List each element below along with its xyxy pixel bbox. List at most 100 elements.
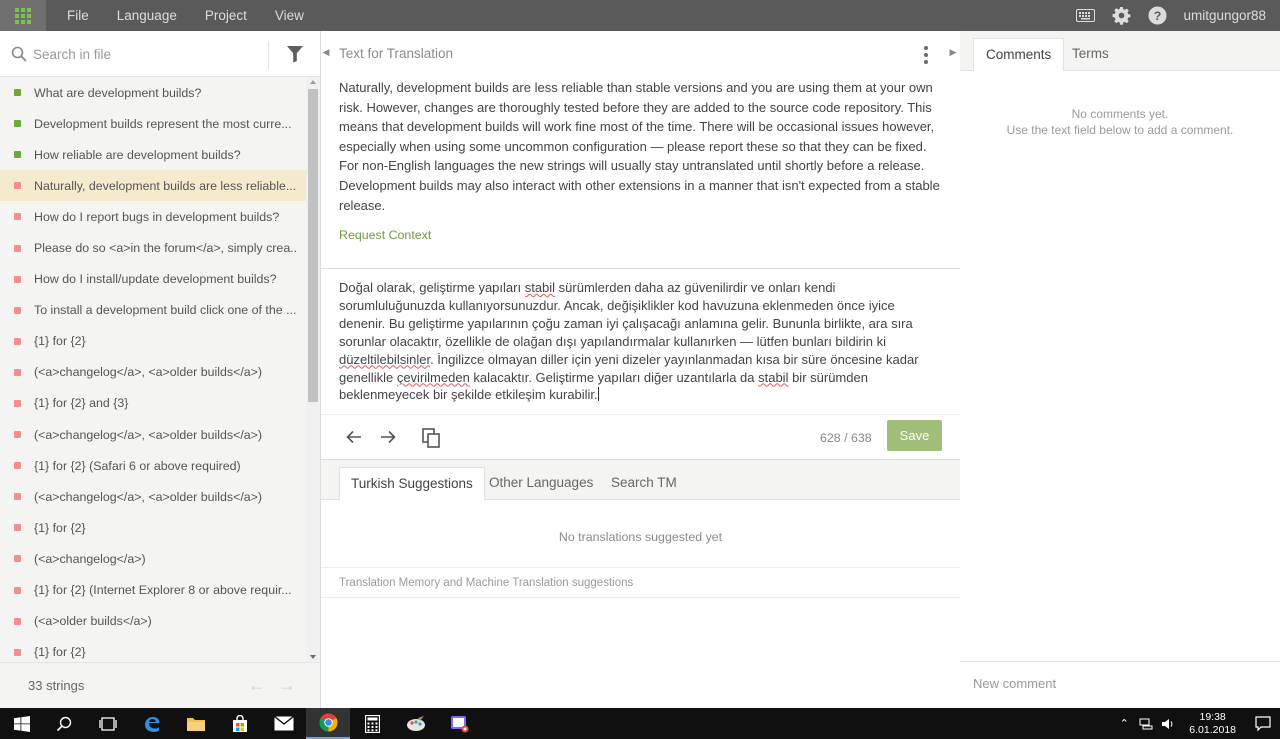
scroll-down-arrow[interactable] — [310, 655, 316, 659]
editor-toolbar: 628 / 638 Save — [321, 414, 960, 459]
status-indicator-icon — [14, 462, 21, 470]
paint-app-button[interactable] — [394, 708, 438, 739]
list-item-label: To install a development build click one… — [34, 303, 296, 318]
status-indicator-icon — [14, 151, 21, 159]
list-item[interactable]: (<a>changelog</a>, <a>older builds</a>) — [0, 419, 306, 450]
status-indicator-icon — [14, 617, 21, 625]
menu-file[interactable]: File — [53, 0, 103, 31]
list-item-label: {1} for {2} (Internet Explorer 8 or abov… — [34, 583, 292, 598]
list-item-label: How reliable are development builds? — [34, 147, 241, 162]
system-clock[interactable]: 19:38 6.01.2018 — [1179, 711, 1246, 737]
tab-turkish-suggestions[interactable]: Turkish Suggestions — [339, 467, 485, 500]
request-context-link[interactable]: Request Context — [339, 228, 431, 242]
new-comment-input[interactable] — [973, 676, 1263, 691]
character-count: 628 / 638 — [820, 431, 872, 445]
status-indicator-icon — [14, 586, 21, 594]
volume-icon[interactable] — [1157, 708, 1179, 739]
previous-page-arrow-icon[interactable]: ← — [248, 676, 266, 694]
chrome-button[interactable] — [306, 708, 350, 739]
search-taskbar-button[interactable] — [42, 708, 86, 739]
list-item[interactable]: How do I install/update development buil… — [0, 264, 306, 295]
calculator-button[interactable] — [350, 708, 394, 739]
status-indicator-icon — [14, 306, 21, 314]
mail-button[interactable] — [262, 708, 306, 739]
empty-comments-message: No comments yet. Use the text field belo… — [960, 106, 1280, 138]
username-menu[interactable]: umitgungor88 — [1175, 8, 1280, 23]
collapse-left-icon[interactable]: ◀ — [321, 47, 331, 58]
translation-textarea[interactable]: Doğal olarak, geliştirme yapıları stabil… — [339, 279, 939, 404]
misspelled-word: stabil — [524, 280, 556, 295]
list-item-label: (<a>changelog</a>, <a>older builds</a>) — [34, 427, 263, 442]
task-view-button[interactable] — [86, 708, 130, 739]
search-icon — [11, 46, 27, 62]
edge-browser-button[interactable] — [130, 708, 174, 739]
collapse-right-icon[interactable]: ▶ — [948, 47, 958, 58]
list-item[interactable]: {1} for {2} and {3} — [0, 388, 306, 419]
forward-arrow-icon[interactable] — [379, 428, 397, 446]
scroll-up-arrow[interactable] — [310, 80, 316, 84]
settings-button[interactable] — [1103, 0, 1139, 31]
tab-comments[interactable]: Comments — [973, 38, 1065, 71]
list-item[interactable]: Development builds represent the most cu… — [0, 108, 306, 139]
list-item[interactable]: What are development builds? — [0, 77, 306, 108]
list-item-label: Development builds represent the most cu… — [34, 116, 292, 131]
tray-overflow-icon[interactable]: ⌃ — [1113, 708, 1135, 739]
filter-icon[interactable] — [286, 45, 304, 63]
tab-other-languages[interactable]: Other Languages — [478, 467, 604, 500]
network-icon[interactable] — [1135, 708, 1157, 739]
list-item[interactable]: {1} for {2} (Internet Explorer 8 or abov… — [0, 575, 306, 606]
gear-icon — [1112, 6, 1131, 25]
list-item[interactable]: How reliable are development builds? — [0, 139, 306, 170]
more-options-icon[interactable] — [924, 46, 928, 64]
snipping-tool-button[interactable] — [438, 708, 482, 739]
status-indicator-icon — [14, 244, 21, 252]
clock-date: 6.01.2018 — [1189, 723, 1236, 736]
suggestion-tabs: Turkish Suggestions Other Languages Sear… — [321, 460, 960, 500]
mail-icon — [274, 716, 294, 731]
list-item[interactable]: (<a>changelog</a>) — [0, 543, 306, 574]
status-indicator-icon — [14, 399, 21, 407]
right-tabs: Comments Terms — [960, 31, 1280, 71]
scrollbar[interactable] — [306, 77, 320, 662]
store-button[interactable] — [218, 708, 262, 739]
list-item[interactable]: {1} for {2} — [0, 326, 306, 357]
next-page-arrow-icon[interactable]: → — [278, 676, 296, 694]
keyboard-icon — [1075, 9, 1095, 22]
copy-source-icon[interactable] — [422, 428, 441, 448]
text-caret — [597, 387, 599, 402]
tab-search-tm[interactable]: Search TM — [600, 467, 688, 500]
list-item[interactable]: (<a>changelog</a>, <a>older builds</a>) — [0, 357, 306, 388]
list-item[interactable]: (<a>changelog</a>, <a>older builds</a>) — [0, 481, 306, 512]
empty-suggestions-message: No translations suggested yet — [558, 530, 723, 544]
list-item[interactable]: Naturally, development builds are less r… — [0, 170, 306, 202]
list-item[interactable]: {1} for {2} — [0, 637, 306, 662]
list-item[interactable]: How do I report bugs in development buil… — [0, 201, 306, 232]
snipping-tool-icon — [451, 715, 469, 732]
tab-terms[interactable]: Terms — [1060, 38, 1121, 71]
divider — [321, 268, 960, 269]
list-item[interactable]: To install a development build click one… — [0, 295, 306, 326]
menu-project[interactable]: Project — [191, 0, 261, 31]
save-button[interactable]: Save — [887, 420, 942, 451]
list-item[interactable]: {1} for {2} (Safari 6 or above required) — [0, 450, 306, 481]
list-item-label: (<a>changelog</a>, <a>older builds</a>) — [34, 489, 263, 504]
list-item[interactable]: Please do so <a>in the forum</a>, simply… — [0, 232, 306, 263]
help-button[interactable]: ? — [1139, 0, 1175, 31]
notifications-button[interactable] — [1246, 708, 1280, 739]
list-item[interactable]: {1} for {2} — [0, 512, 306, 543]
scrollbar-thumb[interactable] — [308, 89, 318, 402]
menu-view[interactable]: View — [261, 0, 318, 31]
file-explorer-button[interactable] — [174, 708, 218, 739]
list-item-label: (<a>changelog</a>) — [34, 551, 146, 566]
system-tray: ⌃ 19:38 6.01.2018 — [1113, 708, 1280, 739]
status-indicator-icon — [14, 493, 21, 501]
search-input[interactable] — [33, 43, 258, 65]
back-arrow-icon[interactable] — [345, 428, 363, 446]
start-button[interactable] — [0, 708, 44, 739]
apps-grid-button[interactable] — [0, 0, 46, 31]
list-item-label: Naturally, development builds are less r… — [34, 178, 296, 193]
status-indicator-icon — [14, 275, 21, 283]
keyboard-button[interactable] — [1067, 0, 1103, 31]
list-item[interactable]: (<a>older builds</a>) — [0, 606, 306, 637]
menu-language[interactable]: Language — [103, 0, 191, 31]
